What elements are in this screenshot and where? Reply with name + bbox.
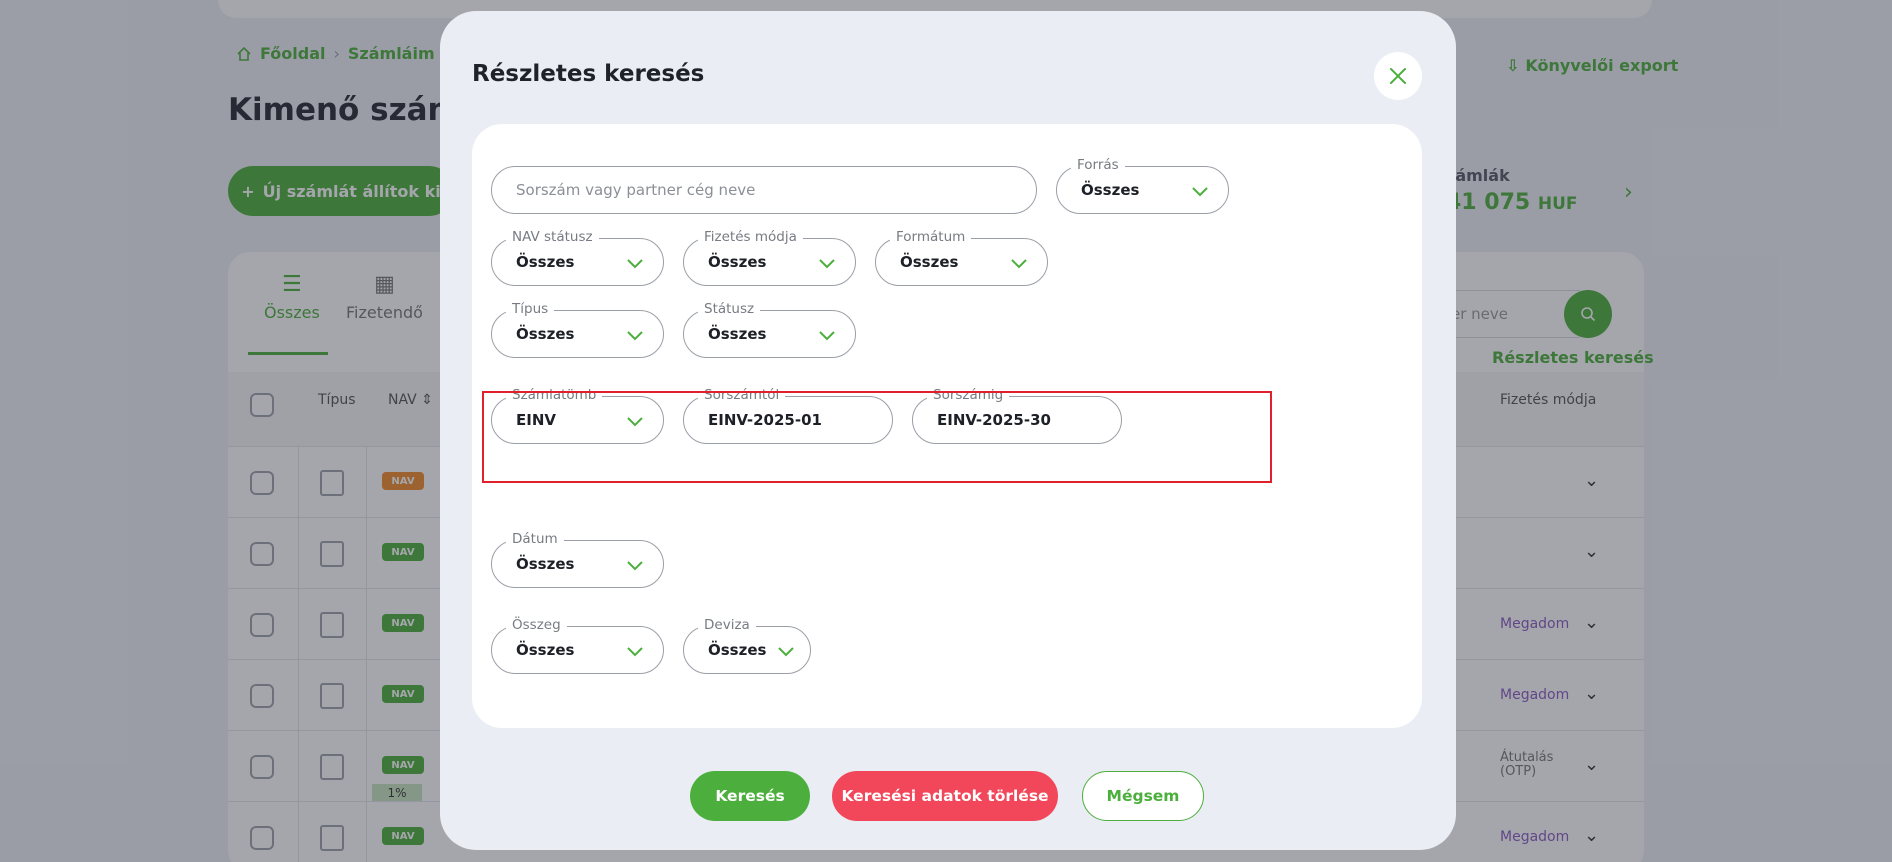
chevron-down-icon (627, 647, 643, 657)
amount-select[interactable]: Összeg Összes (491, 616, 664, 674)
highlight-box (482, 391, 1272, 483)
type-select[interactable]: Típus Összes (491, 300, 664, 358)
forras-select[interactable]: Forrás Összes (1056, 156, 1229, 214)
chevron-down-icon (1192, 187, 1208, 197)
currency-select[interactable]: Deviza Összes (683, 616, 811, 674)
cancel-button[interactable]: Mégsem (1082, 771, 1204, 821)
chevron-down-icon (627, 561, 643, 571)
date-select[interactable]: Dátum Összes (491, 530, 664, 588)
format-select[interactable]: Formátum Összes (875, 228, 1048, 286)
chevron-down-icon (778, 647, 794, 657)
detailed-search-modal: Részletes keresés Forrás Összes NAV stát… (440, 11, 1456, 850)
search-button[interactable]: Keresés (690, 771, 810, 821)
close-icon (1390, 68, 1406, 84)
search-input[interactable] (491, 166, 1037, 214)
chevron-down-icon (627, 259, 643, 269)
chevron-down-icon (819, 259, 835, 269)
chevron-down-icon (627, 331, 643, 341)
nav-status-select[interactable]: NAV státusz Összes (491, 228, 664, 286)
status-select[interactable]: Státusz Összes (683, 300, 856, 358)
close-button[interactable] (1374, 52, 1422, 100)
chevron-down-icon (819, 331, 835, 341)
payment-method-select[interactable]: Fizetés módja Összes (683, 228, 856, 286)
chevron-down-icon (1011, 259, 1027, 269)
clear-search-button[interactable]: Keresési adatok törlése (832, 771, 1058, 821)
modal-title: Részletes keresés (472, 61, 705, 87)
